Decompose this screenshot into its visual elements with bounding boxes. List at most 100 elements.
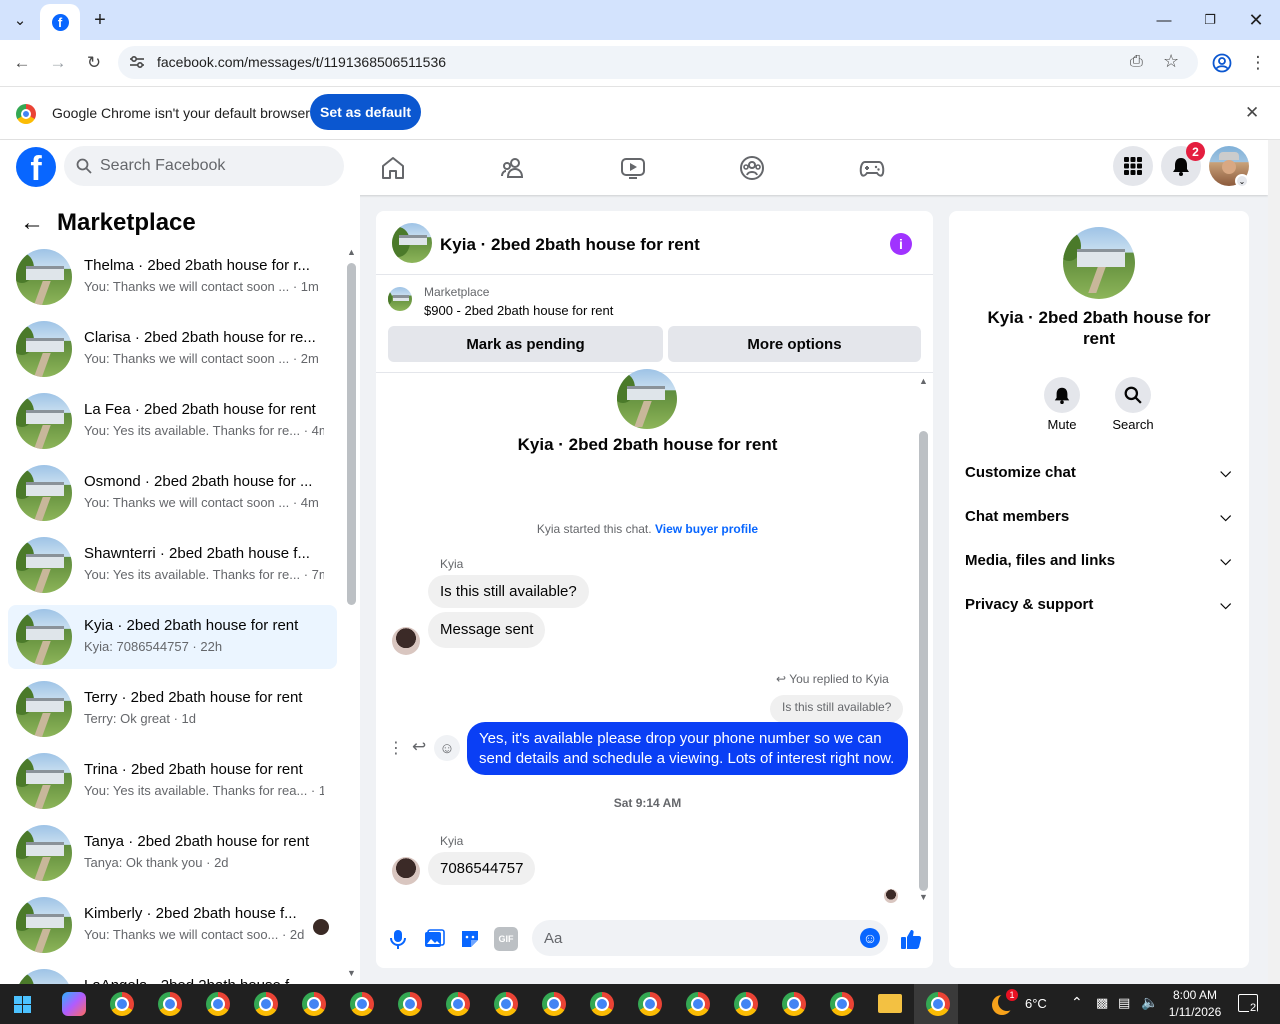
- chrome-taskbar-icon[interactable]: [158, 992, 182, 1016]
- scroll-down-icon[interactable]: ▼: [919, 892, 928, 902]
- conversation-item[interactable]: Clarisa · 2bed 2bath house for re... You…: [8, 317, 337, 381]
- reload-icon[interactable]: ↻: [82, 51, 106, 75]
- video-icon[interactable]: [620, 155, 646, 181]
- tab-search-chevron-icon[interactable]: ⌄: [8, 8, 32, 32]
- chrome-taskbar-icon[interactable]: [638, 992, 662, 1016]
- mark-as-pending-button[interactable]: Mark as pending: [388, 326, 663, 362]
- react-emoji-icon[interactable]: ☺: [434, 735, 460, 761]
- home-icon[interactable]: [380, 155, 406, 181]
- reply-arrow-icon[interactable]: ↩: [412, 737, 426, 757]
- gaming-icon[interactable]: [859, 155, 885, 181]
- volume-icon[interactable]: 🔈: [1141, 994, 1158, 1011]
- quoted-message[interactable]: Is this still available?: [770, 695, 904, 723]
- conversation-item[interactable]: Trina · 2bed 2bath house for rent You: Y…: [8, 749, 337, 813]
- chrome-taskbar-icon[interactable]: [302, 992, 326, 1016]
- conversation-item[interactable]: Kimberly · 2bed 2bath house f... You: Th…: [8, 893, 337, 957]
- search-conversation-button[interactable]: [1115, 377, 1151, 413]
- temperature[interactable]: 6°C: [1025, 996, 1047, 1011]
- site-info-icon[interactable]: [128, 54, 146, 70]
- chat-avatar[interactable]: [392, 223, 432, 263]
- clock-time[interactable]: 8:00 AM: [1168, 988, 1222, 1002]
- copilot-icon[interactable]: [62, 992, 86, 1016]
- mute-button[interactable]: [1044, 377, 1080, 413]
- emoji-icon[interactable]: ☺: [860, 928, 880, 948]
- address-bar[interactable]: facebook.com/messages/t/1191368506511536…: [118, 46, 1198, 79]
- message-bubble[interactable]: 7086544757: [428, 852, 536, 885]
- url-text[interactable]: facebook.com/messages/t/1191368506511536: [157, 54, 446, 70]
- close-window-icon[interactable]: ✕: [1244, 8, 1268, 32]
- friends-icon[interactable]: [500, 155, 526, 181]
- chrome-taskbar-icon[interactable]: [782, 992, 806, 1016]
- weather-moon-icon[interactable]: 1: [992, 989, 1018, 1015]
- messages-scrollbar[interactable]: [919, 431, 928, 891]
- chrome-taskbar-icon[interactable]: [734, 992, 758, 1016]
- chrome-taskbar-icon[interactable]: [206, 992, 230, 1016]
- tray-chevron-up-icon[interactable]: ⌃: [1071, 994, 1083, 1011]
- tray-device-icon[interactable]: ▩: [1096, 995, 1108, 1011]
- chrome-taskbar-icon[interactable]: [398, 992, 422, 1016]
- more-actions-icon[interactable]: ⋮: [388, 738, 404, 758]
- microphone-icon[interactable]: [386, 927, 410, 951]
- infobar-close-icon[interactable]: ✕: [1245, 103, 1259, 123]
- chrome-taskbar-icon-active[interactable]: [926, 992, 950, 1016]
- restore-icon[interactable]: ❐: [1198, 8, 1222, 32]
- chrome-menu-icon[interactable]: ⋮: [1246, 51, 1270, 75]
- back-arrow-icon[interactable]: ←: [20, 209, 44, 237]
- file-explorer-icon[interactable]: [878, 994, 902, 1013]
- minimize-icon[interactable]: —: [1152, 8, 1176, 32]
- photo-icon[interactable]: [422, 927, 446, 951]
- media-files-links-section[interactable]: Media, files and links ⌵: [965, 552, 1237, 574]
- sticker-icon[interactable]: [458, 927, 482, 951]
- scroll-down-icon[interactable]: ▼: [347, 968, 356, 978]
- profile-icon[interactable]: [1210, 51, 1234, 75]
- page-scrollbar[interactable]: [1268, 140, 1280, 985]
- chrome-taskbar-icon[interactable]: [830, 992, 854, 1016]
- groups-icon[interactable]: [739, 155, 765, 181]
- view-buyer-profile-link[interactable]: View buyer profile: [655, 522, 758, 536]
- install-app-icon[interactable]: ⎙: [1130, 53, 1143, 71]
- my-message-bubble[interactable]: Yes, it's available please drop your pho…: [467, 722, 908, 775]
- customize-chat-section[interactable]: Customize chat ⌵: [965, 464, 1237, 486]
- chrome-taskbar-icon[interactable]: [542, 992, 566, 1016]
- network-icon[interactable]: ▤: [1118, 995, 1130, 1011]
- gif-icon[interactable]: GIF: [494, 927, 518, 951]
- chat-members-section[interactable]: Chat members ⌵: [965, 508, 1237, 530]
- chrome-taskbar-icon[interactable]: [686, 992, 710, 1016]
- conversation-item[interactable]: Terry · 2bed 2bath house for rent Terry:…: [8, 677, 337, 741]
- thumbs-up-icon[interactable]: [899, 927, 923, 951]
- menu-grid-button[interactable]: [1113, 146, 1153, 186]
- clock-date[interactable]: 1/11/2026: [1166, 1005, 1224, 1019]
- scroll-up-icon[interactable]: ▲: [919, 376, 928, 386]
- chrome-taskbar-icon[interactable]: [590, 992, 614, 1016]
- sender-avatar[interactable]: [392, 627, 420, 655]
- conversation-title[interactable]: Kyia · 2bed 2bath house for rent: [440, 235, 700, 255]
- notifications-button[interactable]: 2: [1161, 142, 1205, 186]
- facebook-logo-icon[interactable]: f: [16, 147, 56, 187]
- set-as-default-button[interactable]: Set as default: [310, 94, 421, 130]
- conversation-item[interactable]: Tanya · 2bed 2bath house for rent Tanya:…: [8, 821, 337, 885]
- browser-tab[interactable]: f: [40, 4, 80, 40]
- chrome-taskbar-icon[interactable]: [446, 992, 470, 1016]
- conversation-item[interactable]: La Fea · 2bed 2bath house for rent You: …: [8, 389, 337, 453]
- conversation-item[interactable]: Thelma · 2bed 2bath house for r... You: …: [8, 245, 337, 309]
- chat-list-scrollbar[interactable]: [347, 263, 356, 605]
- message-bubble[interactable]: Message sent: [428, 612, 546, 648]
- message-input[interactable]: Aa ☺: [532, 920, 888, 956]
- privacy-support-section[interactable]: Privacy & support ⌵: [965, 596, 1237, 618]
- facebook-search-input[interactable]: Search Facebook: [64, 146, 344, 186]
- scroll-up-icon[interactable]: ▲: [347, 247, 356, 257]
- chrome-taskbar-icon[interactable]: [350, 992, 374, 1016]
- new-tab-plus-icon[interactable]: +: [88, 8, 112, 32]
- listing-title[interactable]: $900 - 2bed 2bath house for rent: [424, 303, 613, 318]
- account-chevron-icon[interactable]: ⌄: [1235, 174, 1249, 188]
- conversation-item[interactable]: Shawnterri · 2bed 2bath house f... You: …: [8, 533, 337, 597]
- more-options-button[interactable]: More options: [668, 326, 921, 362]
- conversation-item-selected[interactable]: Kyia · 2bed 2bath house for rent Kyia: 7…: [8, 605, 337, 669]
- sender-avatar[interactable]: [392, 857, 420, 885]
- chrome-taskbar-icon[interactable]: [254, 992, 278, 1016]
- info-icon[interactable]: i: [890, 233, 912, 255]
- conversation-item[interactable]: Osmond · 2bed 2bath house for ... You: T…: [8, 461, 337, 525]
- message-bubble[interactable]: Is this still available?: [428, 575, 589, 608]
- windows-start-icon[interactable]: [14, 996, 31, 1013]
- back-icon[interactable]: ←: [10, 51, 34, 75]
